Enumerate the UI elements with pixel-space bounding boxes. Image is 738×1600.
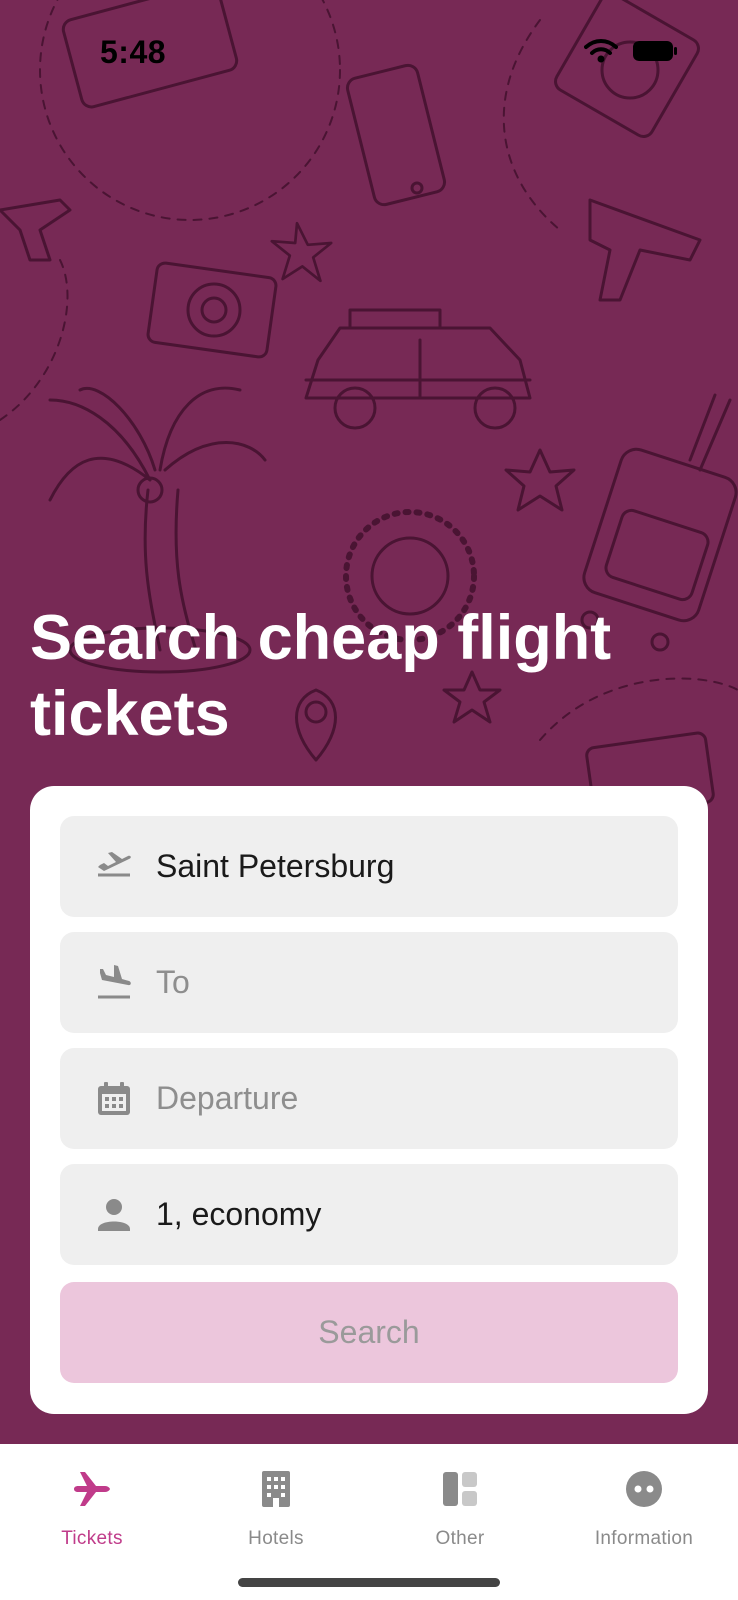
- from-value: Saint Petersburg: [156, 848, 395, 884]
- to-placeholder: To: [156, 964, 190, 1000]
- home-indicator: [238, 1578, 500, 1587]
- tab-other-label: Other: [435, 1528, 485, 1549]
- departure-placeholder: Departure: [156, 1080, 299, 1116]
- wifi-icon: [584, 39, 618, 63]
- page-title: Search cheap flight tickets: [30, 603, 612, 749]
- passengers-value: 1, economy: [156, 1196, 322, 1232]
- tab-other[interactable]: Other: [368, 1458, 552, 1550]
- tab-information-label: Information: [594, 1528, 694, 1549]
- tab-tickets-label: Tickets: [61, 1528, 123, 1549]
- search-form-card: Saint Petersburg To Departure 1, economy…: [30, 786, 708, 1414]
- search-button[interactable]: Search: [60, 1282, 678, 1383]
- battery-icon: [633, 41, 677, 61]
- to-field[interactable]: To: [60, 932, 678, 1033]
- building-icon: [184, 1464, 368, 1514]
- passengers-field[interactable]: 1, economy: [60, 1164, 678, 1265]
- hero-background: 5:48 Search cheap flight tickets Saint P…: [0, 0, 738, 1444]
- tab-information[interactable]: Information: [552, 1458, 736, 1550]
- info-dots-icon: [552, 1464, 736, 1514]
- status-time: 5:48: [100, 34, 167, 70]
- plane-icon: [0, 1464, 184, 1514]
- tab-bar: Tickets Hotels Other Information: [0, 1444, 738, 1600]
- tab-hotels-label: Hotels: [248, 1528, 304, 1549]
- plane-landing-icon: [94, 963, 134, 1003]
- person-icon: [94, 1195, 134, 1235]
- departure-field[interactable]: Departure: [60, 1048, 678, 1149]
- calendar-icon: [94, 1079, 134, 1119]
- tab-tickets[interactable]: Tickets: [0, 1458, 184, 1550]
- status-bar: 5:48: [0, 0, 738, 110]
- from-field[interactable]: Saint Petersburg: [60, 816, 678, 917]
- grid-icon: [368, 1464, 552, 1514]
- tab-hotels[interactable]: Hotels: [184, 1458, 368, 1550]
- plane-takeoff-icon: [94, 847, 134, 887]
